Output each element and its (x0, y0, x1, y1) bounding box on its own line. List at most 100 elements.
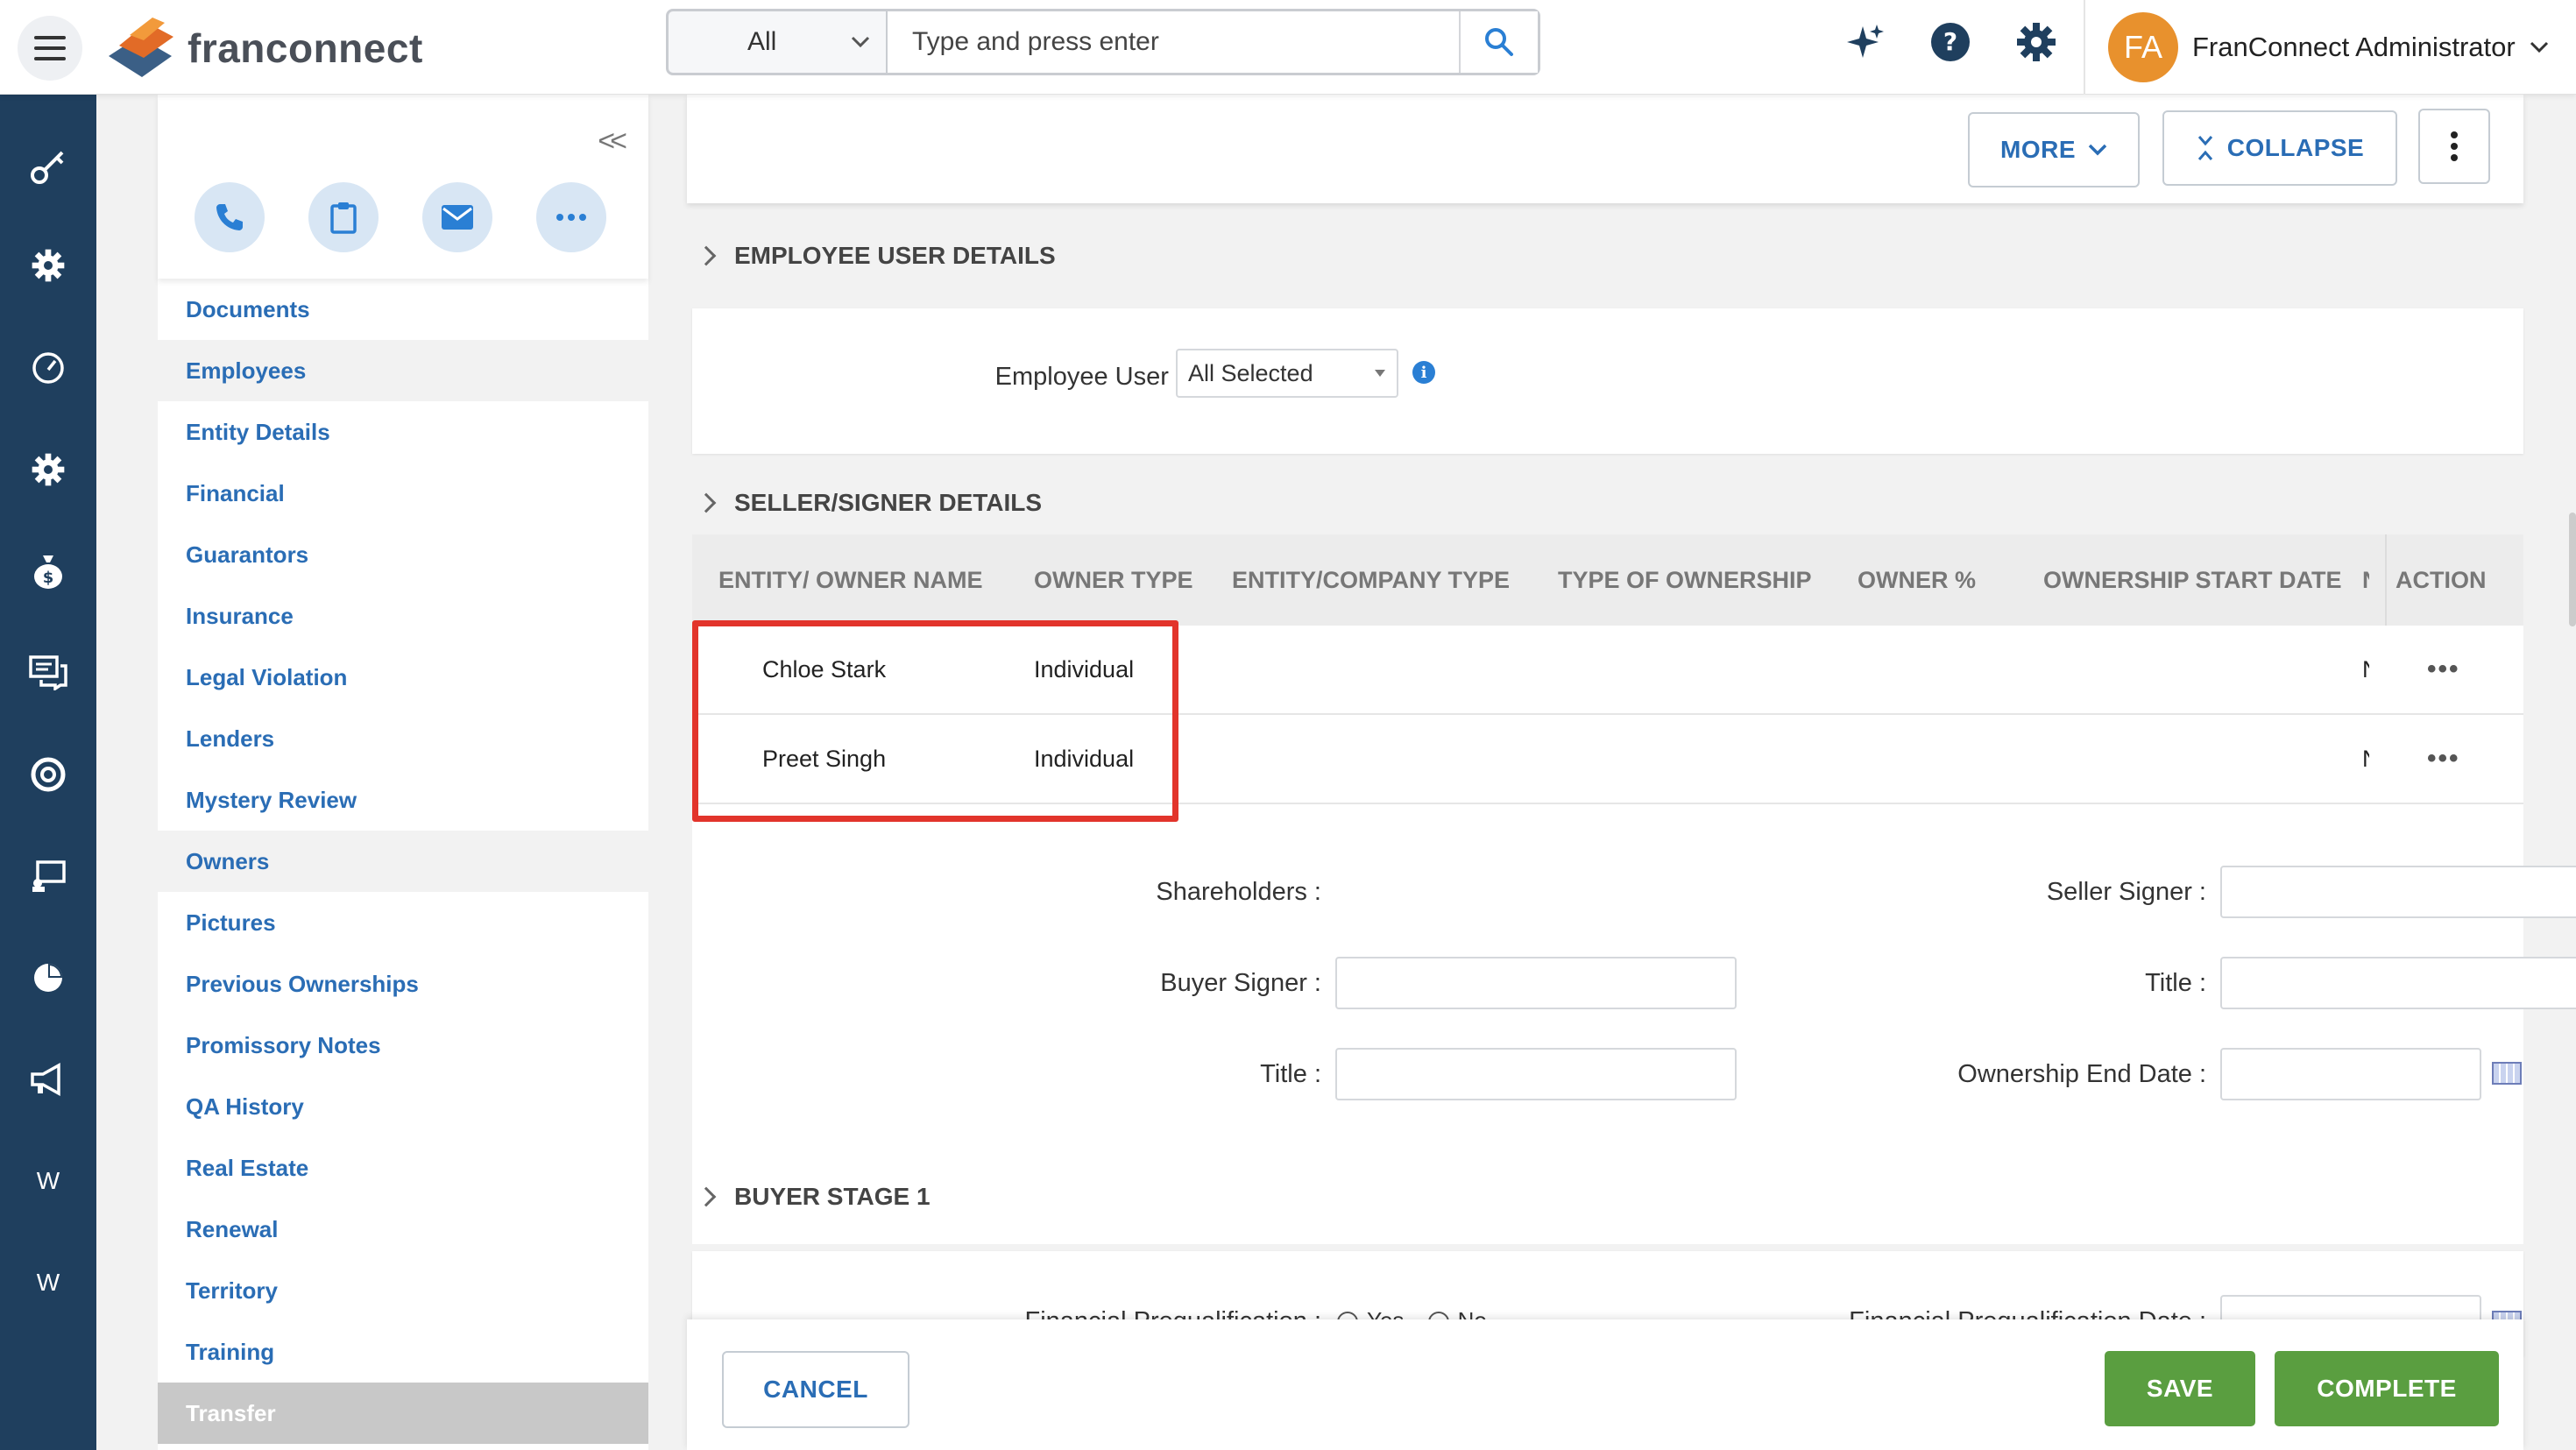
rail-w-button[interactable]: W (0, 1146, 96, 1216)
row-actions-button[interactable]: ••• (2427, 715, 2460, 803)
calendar-icon[interactable] (2492, 1062, 2522, 1085)
gear-icon (32, 249, 65, 282)
task-button[interactable] (308, 182, 379, 252)
top-bar: franconnect All ? FA FranConnect (0, 0, 2576, 95)
search-button[interactable] (1459, 11, 1538, 73)
complete-button[interactable]: COMPLETE (2275, 1351, 2499, 1426)
hamburger-menu-button[interactable] (18, 16, 82, 81)
col-entity-company-type[interactable]: ENTITY/COMPANY TYPE (1232, 534, 1510, 626)
ellipsis-icon (556, 214, 586, 221)
owner-rows-highlight (692, 620, 1178, 822)
user-menu[interactable]: FA FranConnect Administrator (2084, 0, 2549, 95)
collapse-panel-button[interactable]: << (598, 124, 627, 159)
more-button-label: MORE (2000, 136, 2076, 163)
franconnect-logo[interactable]: franconnect (103, 11, 423, 86)
title-left-input[interactable] (1335, 1048, 1737, 1100)
employee-user-details-title: EMPLOYEE USER DETAILS (734, 242, 1056, 269)
side-item-promissory-notes[interactable]: Promissory Notes (158, 1015, 648, 1076)
seller-signer-details-header[interactable]: SELLER/SIGNER DETAILS (696, 489, 1043, 517)
side-item-pictures[interactable]: Pictures (158, 892, 648, 953)
rail-admin-button[interactable] (0, 435, 96, 505)
side-item-financial[interactable]: Financial (158, 463, 648, 524)
side-item-guarantors[interactable]: Guarantors (158, 524, 648, 585)
info-icon[interactable]: i (1412, 361, 1435, 384)
buyer-stage-1-header[interactable]: BUYER STAGE 1 (696, 1183, 931, 1211)
svg-text:?: ? (1943, 27, 1957, 56)
header-actions: ? (1840, 18, 2061, 67)
side-item-employees[interactable]: Employees (158, 340, 648, 401)
buyer-signer-input[interactable] (1335, 957, 1737, 1009)
seller-signer-details-title: SELLER/SIGNER DETAILS (734, 489, 1043, 516)
rail-dashboard-button[interactable] (0, 333, 96, 403)
employee-user-value: All Selected (1188, 359, 1313, 386)
rail-settings-button[interactable] (0, 230, 96, 301)
col-owner-type[interactable]: OWNER TYPE (1034, 534, 1193, 626)
side-item-owners[interactable]: Owners (158, 831, 648, 892)
side-nav-list: Documents Employees Entity Details Finan… (158, 279, 648, 1444)
buyer-signer-label: Buyer Signer : (1160, 969, 1321, 997)
rail-reports-button[interactable] (0, 943, 96, 1013)
row-actions-button[interactable]: ••• (2427, 626, 2460, 713)
rail-w-button-2[interactable]: W (0, 1248, 96, 1318)
side-item-lenders[interactable]: Lenders (158, 708, 648, 769)
side-item-mystery-review[interactable]: Mystery Review (158, 769, 648, 831)
projector-icon (32, 860, 66, 892)
help-button[interactable]: ? (1926, 18, 1975, 67)
col-owner-percent[interactable]: OWNER % (1858, 534, 1976, 626)
side-item-entity-details[interactable]: Entity Details (158, 401, 648, 463)
side-item-training[interactable]: Training (158, 1321, 648, 1383)
rail-messages-button[interactable] (0, 638, 96, 708)
rail-key-button[interactable] (0, 131, 96, 202)
email-button[interactable] (422, 182, 492, 252)
side-panel-header: << (158, 95, 648, 279)
side-item-territory[interactable]: Territory (158, 1260, 648, 1321)
rail-marketing-button[interactable] (0, 1044, 96, 1114)
more-button[interactable]: MORE (1968, 112, 2140, 187)
title-left-label: Title : (1260, 1060, 1321, 1088)
side-item-documents[interactable]: Documents (158, 279, 648, 340)
side-item-previous-ownerships[interactable]: Previous Ownerships (158, 953, 648, 1015)
chevron-right-icon (696, 245, 717, 266)
col-owner-name[interactable]: ENTITY/ OWNER NAME (718, 534, 983, 626)
caret-down-icon (1375, 370, 1385, 377)
seller-signer-input[interactable] (2220, 866, 2576, 918)
cancel-button[interactable]: CANCEL (722, 1351, 909, 1428)
call-button[interactable] (195, 182, 265, 252)
kebab-menu-button[interactable] (2418, 109, 2490, 184)
page-scrollbar[interactable] (2569, 513, 2576, 626)
chevron-right-icon (696, 1186, 717, 1207)
chevron-right-icon (696, 492, 717, 513)
ownership-end-date-input[interactable] (2220, 1048, 2481, 1100)
rail-support-button[interactable] (0, 739, 96, 810)
search-icon (1485, 28, 1513, 56)
more-actions-button[interactable] (536, 182, 606, 252)
gauge-icon (32, 352, 64, 384)
rail-training-button[interactable] (0, 841, 96, 911)
settings-button[interactable] (2012, 18, 2061, 67)
quick-actions (195, 182, 606, 252)
side-item-real-estate[interactable]: Real Estate (158, 1137, 648, 1199)
col-ownership-start-date[interactable]: OWNERSHIP START DATE (2043, 534, 2342, 626)
collapse-button[interactable]: COLLAPSE (2162, 110, 2397, 186)
col-truncated[interactable]: N (2362, 534, 2369, 626)
user-name: FranConnect Administrator (2192, 32, 2516, 62)
employee-user-select[interactable]: All Selected (1176, 349, 1398, 398)
col-action: ACTION (2385, 534, 2487, 626)
rail-finance-button[interactable]: $ (0, 536, 96, 606)
search-input[interactable] (888, 11, 1459, 73)
title-right-input[interactable] (2220, 957, 2576, 1009)
side-item-transfer[interactable]: Transfer (158, 1383, 648, 1444)
employee-user-details-header[interactable]: EMPLOYEE USER DETAILS (696, 242, 1056, 270)
collapse-icon (2197, 136, 2212, 160)
logo-mark-icon (109, 18, 173, 77)
ai-sparkle-button[interactable] (1840, 18, 1889, 67)
side-item-insurance[interactable]: Insurance (158, 585, 648, 647)
side-item-qa-history[interactable]: QA History (158, 1076, 648, 1137)
side-item-legal-violation[interactable]: Legal Violation (158, 647, 648, 708)
seller-signer-label: Seller Signer : (2046, 878, 2206, 906)
mail-icon (442, 205, 473, 230)
save-button[interactable]: SAVE (2105, 1351, 2255, 1426)
col-type-of-ownership[interactable]: TYPE OF OWNERSHIP (1558, 534, 1812, 626)
side-item-renewal[interactable]: Renewal (158, 1199, 648, 1260)
search-scope-select[interactable]: All (669, 11, 888, 73)
